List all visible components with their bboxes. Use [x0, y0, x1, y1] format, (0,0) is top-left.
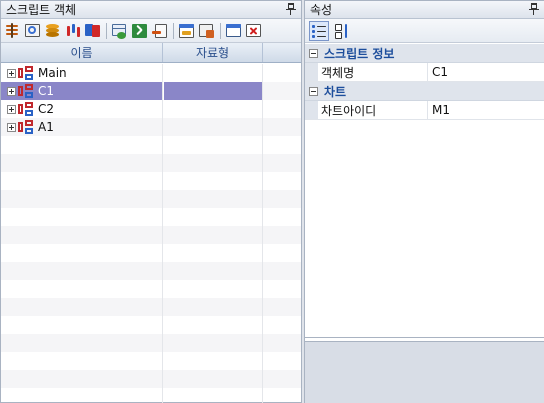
window-icon[interactable] — [225, 22, 243, 40]
candle-chart-icon[interactable] — [64, 22, 82, 40]
property-name: 객체명 — [318, 63, 428, 81]
property-name: 차트아이디 — [318, 101, 428, 119]
pin-icon[interactable] — [529, 3, 539, 15]
property-gutter — [305, 101, 318, 119]
script-objects-titlebar: 스크립트 객체 — [1, 1, 301, 19]
empty-row — [1, 190, 301, 208]
grid-header: 이름 자료형 — [1, 43, 301, 63]
tree-row-type-cell — [163, 118, 263, 136]
excel-icon[interactable] — [131, 22, 149, 40]
chart-object-icon — [18, 102, 34, 116]
tree-row-label: C2 — [38, 102, 55, 116]
properties-panel: 속성 스크립트 정보객체명 C1 차트차트아이디 M1 — [304, 0, 544, 403]
property-gutter — [305, 63, 318, 81]
tree-row-label: C1 — [38, 84, 55, 98]
find-icon[interactable] — [24, 22, 42, 40]
empty-row — [1, 280, 301, 298]
empty-row — [1, 334, 301, 352]
property-description-area — [305, 341, 544, 403]
collapse-icon[interactable] — [309, 86, 318, 96]
empty-row — [1, 208, 301, 226]
object-tree: Main C1 C2 A1 — [1, 64, 301, 403]
empty-row — [1, 352, 301, 370]
tree-row[interactable]: C2 — [1, 100, 301, 118]
toolbar-separator — [106, 22, 107, 39]
tree-row-label: Main — [38, 66, 67, 80]
properties-icon[interactable] — [4, 22, 22, 40]
properties-toolbar — [305, 19, 544, 43]
chart-object-icon — [18, 84, 34, 98]
empty-row — [1, 298, 301, 316]
script-objects-panel: 스크립트 객체 이름 자료형 Main C1 C2 A1 — [0, 0, 302, 403]
chart-object-icon — [18, 66, 34, 80]
table-add-icon[interactable] — [111, 22, 129, 40]
tree-row[interactable]: A1 — [1, 118, 301, 136]
tree-row-name-cell[interactable]: A1 — [1, 118, 163, 136]
property-category[interactable]: 차트 — [305, 82, 544, 101]
empty-row — [1, 370, 301, 388]
column-header-type[interactable]: 자료형 — [163, 43, 263, 62]
chart-object-icon — [18, 120, 34, 134]
empty-row — [1, 226, 301, 244]
expand-icon[interactable] — [7, 122, 16, 132]
expand-icon[interactable] — [7, 68, 16, 78]
empty-row — [1, 172, 301, 190]
properties-title: 속성 — [310, 3, 333, 17]
tree-row-name-cell[interactable]: C1 — [1, 82, 163, 100]
expand-icon[interactable] — [7, 86, 16, 96]
empty-row — [1, 154, 301, 172]
property-row[interactable]: 객체명 C1 — [305, 63, 544, 82]
database-icon[interactable] — [44, 22, 62, 40]
categorized-view-icon[interactable] — [309, 20, 329, 41]
property-category-label: 스크립트 정보 — [324, 46, 395, 61]
empty-row — [1, 244, 301, 262]
empty-row — [1, 136, 301, 154]
tree-row[interactable]: Main — [1, 64, 301, 82]
grid-edit-icon[interactable] — [198, 22, 216, 40]
tree-row-type-cell — [163, 64, 263, 82]
script-objects-title: 스크립트 객체 — [6, 3, 77, 17]
empty-row — [1, 316, 301, 334]
tree-row[interactable]: C1 — [1, 82, 301, 100]
property-grid: 스크립트 정보객체명 C1 차트차트아이디 M1 — [305, 44, 544, 338]
arrow-import-icon[interactable] — [151, 22, 169, 40]
property-row[interactable]: 차트아이디 M1 — [305, 101, 544, 120]
empty-row — [1, 388, 301, 403]
tree-row-label: A1 — [38, 120, 54, 134]
property-category-label: 차트 — [324, 84, 347, 99]
expand-icon[interactable] — [7, 104, 16, 114]
property-value[interactable]: C1 — [428, 63, 544, 81]
property-value[interactable]: M1 — [428, 101, 544, 119]
delete-icon[interactable] — [245, 22, 263, 40]
compare-icon[interactable] — [84, 22, 102, 40]
column-header-empty — [263, 43, 301, 62]
tree-row-name-cell[interactable]: C2 — [1, 100, 163, 118]
calendar-icon[interactable] — [178, 22, 196, 40]
script-objects-toolbar — [1, 19, 301, 43]
tree-row-type-cell — [163, 82, 263, 100]
collapse-icon[interactable] — [309, 48, 318, 58]
property-category[interactable]: 스크립트 정보 — [305, 44, 544, 63]
properties-titlebar: 속성 — [305, 1, 544, 19]
tree-row-type-cell — [163, 100, 263, 118]
alphabetical-sort-icon[interactable] — [332, 21, 352, 41]
column-header-name[interactable]: 이름 — [1, 43, 163, 62]
toolbar-separator — [220, 22, 221, 39]
tree-row-name-cell[interactable]: Main — [1, 64, 163, 82]
empty-row — [1, 262, 301, 280]
toolbar-separator — [173, 22, 174, 39]
pin-icon[interactable] — [286, 3, 296, 15]
